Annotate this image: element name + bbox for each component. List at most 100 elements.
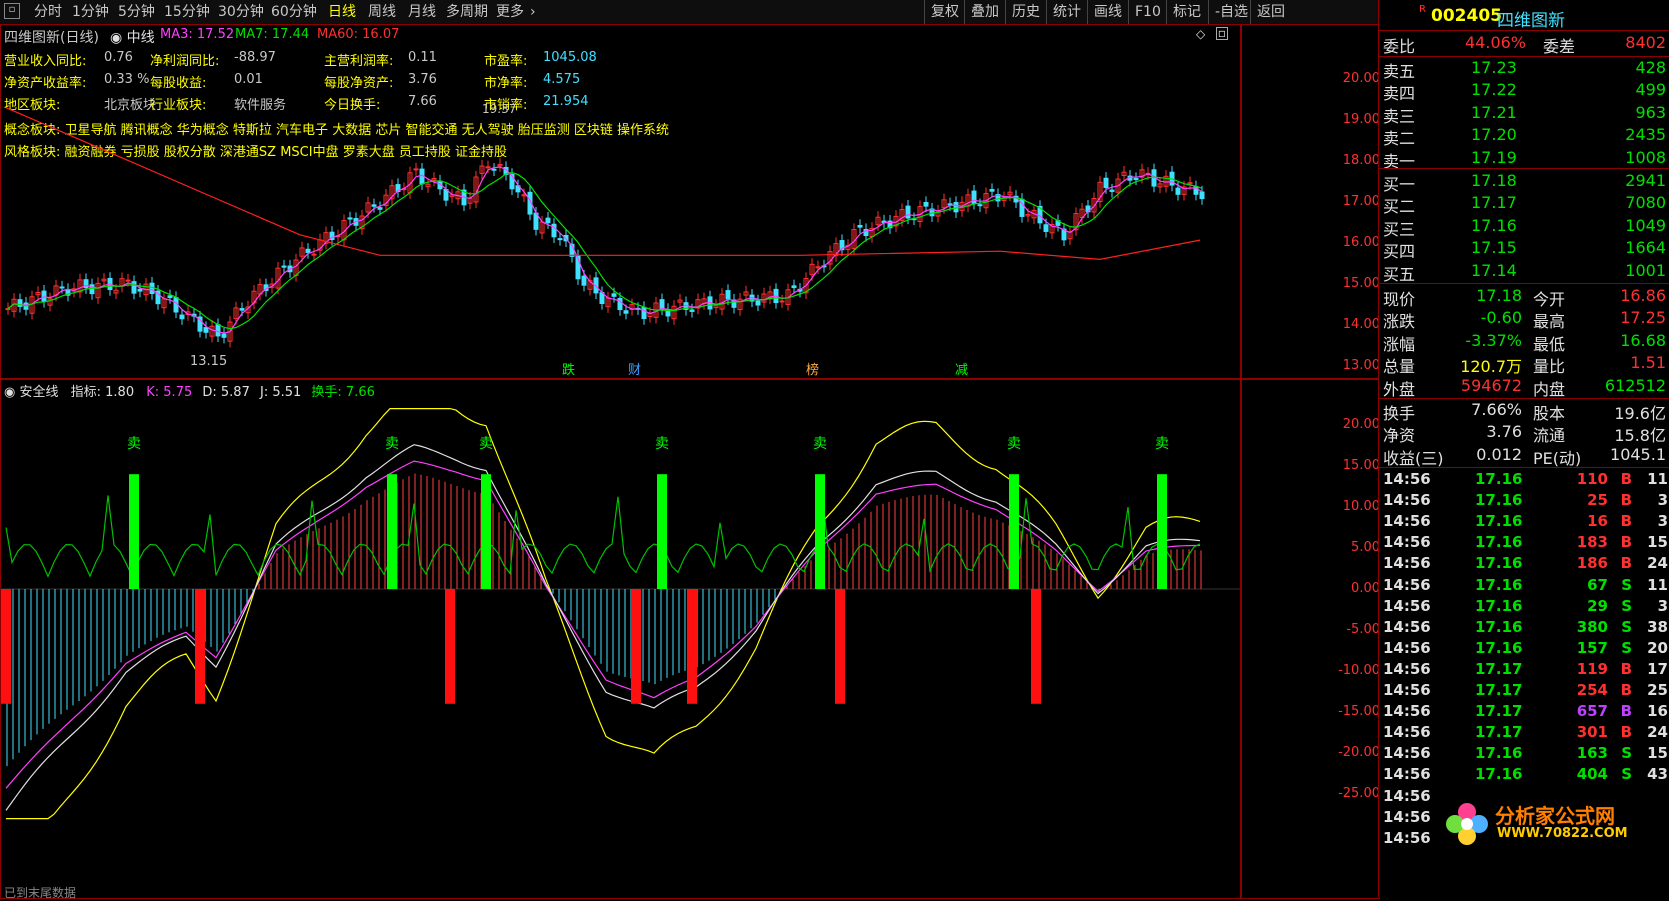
stat2-row: 换手 7.66% 股本 19.6亿 bbox=[1383, 400, 1666, 423]
buy-signal-bar bbox=[687, 589, 697, 704]
indicator-axis-label: 20.00 bbox=[1342, 417, 1380, 432]
indicator-axis-label: -10.00 bbox=[1338, 663, 1380, 678]
candle-body bbox=[1103, 177, 1109, 189]
stat-row: 涨幅 -3.37% 最低 16.68 bbox=[1383, 330, 1666, 354]
sell-signal-label: 卖 bbox=[655, 436, 669, 452]
kline-axis-label: 20.00 bbox=[1342, 71, 1380, 86]
kline-axis-label: 18.00 bbox=[1342, 153, 1380, 168]
tick-row: 14:56 17.16 186 B 24 bbox=[1383, 554, 1668, 573]
candle-body bbox=[137, 288, 143, 292]
tick-row: 14:56 17.16 29 S 3 bbox=[1383, 596, 1668, 615]
kline-axis-label: 19.00 bbox=[1342, 112, 1380, 127]
stat-row: 涨跌 -0.60 最高 17.25 bbox=[1383, 308, 1666, 332]
toolbar-button-0[interactable]: 复权 bbox=[924, 0, 965, 24]
candle-body bbox=[203, 327, 209, 333]
toolbar-button-1[interactable]: 叠加 bbox=[964, 0, 1005, 24]
buy-signal-bar bbox=[1031, 589, 1041, 704]
sell-signal-label: 卖 bbox=[127, 436, 141, 452]
sell-signal-label: 卖 bbox=[1155, 436, 1169, 452]
toolbar-button-3[interactable]: 统计 bbox=[1046, 0, 1087, 24]
toolbar-button-6[interactable]: 标记 bbox=[1166, 0, 1207, 24]
sell-signal-bar bbox=[1009, 474, 1019, 589]
indicator-axis-label: -5.00 bbox=[1346, 622, 1380, 637]
candle-body bbox=[5, 308, 11, 311]
candle-body bbox=[215, 324, 221, 337]
buy-signal-bar bbox=[631, 589, 641, 704]
indicator-axis-label: 0.00 bbox=[1351, 581, 1380, 596]
indicator-chart[interactable]: 卖卖卖卖卖卖卖 bbox=[0, 378, 1240, 897]
flower-logo-icon bbox=[1446, 803, 1488, 845]
ma7-line bbox=[7, 171, 1203, 330]
more-chevron-icon[interactable]: › bbox=[530, 0, 536, 24]
sell-signal-label: 卖 bbox=[385, 436, 399, 452]
candle-body bbox=[305, 248, 311, 253]
ask-row: 卖一 17.19 1008 bbox=[1383, 147, 1666, 171]
candle-body bbox=[905, 205, 911, 219]
tick-row: 14:56 17.17 657 B 16 bbox=[1383, 702, 1668, 721]
period-0[interactable]: 分时 bbox=[34, 0, 62, 24]
ask-row: 卖五 17.23 428 bbox=[1383, 58, 1666, 81]
toolbar-button-7[interactable]: -自选 bbox=[1208, 0, 1254, 24]
period-1[interactable]: 1分钟 bbox=[72, 0, 109, 24]
stat2-row: 收益(三) 0.012 PE(动) 1045.1 bbox=[1383, 444, 1666, 468]
period-3[interactable]: 15分钟 bbox=[164, 0, 210, 24]
tick-row: 14:56 17.16 404 S 43 bbox=[1383, 765, 1668, 784]
period-4[interactable]: 30分钟 bbox=[218, 0, 264, 24]
period-9[interactable]: 多周期 bbox=[446, 0, 488, 24]
ask-row: 卖二 17.20 2435 bbox=[1383, 125, 1666, 149]
candle-body bbox=[923, 202, 929, 207]
event-tag: 减 bbox=[955, 363, 968, 378]
candle-body bbox=[59, 286, 65, 289]
toolbar-button-8[interactable]: 返回 bbox=[1250, 0, 1291, 24]
stock-code: 002405 bbox=[1431, 6, 1502, 26]
indicator-axis-panel bbox=[1240, 378, 1380, 899]
buy-signal-bar bbox=[445, 589, 455, 704]
stat2-row: 净资 3.76 流通 15.8亿 bbox=[1383, 422, 1666, 446]
period-toolbar: ▫ 分时 1分钟 5分钟 15分钟 30分钟 60分钟 日线 周线 月线 多周期 更多 › 复权 叠加历… bbox=[0, 0, 1378, 25]
indicator-axis-label: 5.00 bbox=[1351, 540, 1380, 555]
period-2[interactable]: 5分钟 bbox=[118, 0, 155, 24]
candle-body bbox=[239, 308, 245, 311]
candle-body bbox=[377, 207, 383, 210]
period-5[interactable]: 60分钟 bbox=[271, 0, 317, 24]
stat-row: 现价 17.18 今开 16.86 bbox=[1383, 286, 1666, 309]
j-line bbox=[6, 408, 1201, 820]
tick-row: 14:56 17.16 25 B 3 bbox=[1383, 491, 1668, 510]
kline-chart[interactable]: 跌 财 榜 减 13.15 19.37 bbox=[0, 24, 1240, 378]
tick-row: 14:56 17.17 119 B 17 bbox=[1383, 659, 1668, 678]
high-price-marker: 19.37 bbox=[482, 102, 516, 116]
candle-body bbox=[311, 253, 317, 256]
tick-row: 14:56 17.17 301 B 24 bbox=[1383, 723, 1668, 742]
candle-body bbox=[1175, 187, 1181, 195]
period-6[interactable]: 日线 bbox=[328, 0, 356, 24]
window-menu-icon[interactable]: ▫ bbox=[4, 3, 20, 19]
end-of-data-label: 已到末尾数据 bbox=[4, 886, 77, 900]
sell-signal-label: 卖 bbox=[479, 436, 493, 452]
indicator-axis-label: -20.00 bbox=[1338, 745, 1380, 760]
event-tag: 跌 bbox=[562, 362, 575, 378]
toolbar-button-2[interactable]: 历史 bbox=[1005, 0, 1046, 24]
stock-flag: R bbox=[1419, 4, 1426, 15]
stock-header[interactable]: R 002405 四维图新 bbox=[1379, 4, 1669, 31]
candle-body bbox=[1199, 191, 1205, 200]
toolbar-button-4[interactable]: 画线 bbox=[1087, 0, 1128, 24]
candle-body bbox=[179, 314, 185, 320]
k-line bbox=[5, 444, 1201, 811]
tick-row: 14:56 17.16 110 B 11 bbox=[1383, 470, 1668, 488]
ask-row: 卖四 17.22 499 bbox=[1383, 80, 1666, 104]
sell-signal-label: 卖 bbox=[813, 436, 827, 452]
toolbar-button-5[interactable]: F10 bbox=[1128, 0, 1167, 24]
stat-row: 外盘 594672 内盘 612512 bbox=[1383, 375, 1666, 399]
candle-body bbox=[725, 290, 731, 300]
candle-body bbox=[125, 279, 131, 282]
candle-body bbox=[413, 168, 419, 171]
period-7[interactable]: 周线 bbox=[368, 0, 396, 24]
event-tag: 财 bbox=[628, 363, 641, 378]
sell-signal-bar bbox=[1157, 474, 1167, 589]
stock-name: 四维图新 bbox=[1497, 11, 1565, 31]
candle-body bbox=[689, 309, 695, 312]
candle-body bbox=[989, 188, 995, 192]
bid-row: 买五 17.14 1001 bbox=[1383, 260, 1666, 284]
period-8[interactable]: 月线 bbox=[408, 0, 436, 24]
bid-row: 买一 17.18 2941 bbox=[1383, 171, 1666, 194]
